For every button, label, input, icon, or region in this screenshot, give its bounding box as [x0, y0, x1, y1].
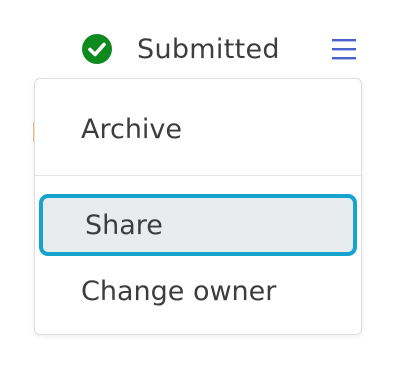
menu-item-label: Share [85, 209, 163, 241]
hamburger-menu-icon[interactable] [330, 36, 358, 62]
check-circle-icon [82, 34, 112, 64]
menu-item-label: Archive [81, 113, 183, 145]
status-label: Submitted [137, 33, 280, 65]
actions-dropdown-menu: Archive Share Change owner [34, 78, 362, 335]
menu-item-share[interactable]: Share [39, 194, 357, 256]
menu-item-archive[interactable]: Archive [35, 101, 361, 157]
status-indicator: Submitted [81, 30, 280, 68]
menu-item-label: Change owner [81, 275, 277, 307]
menu-item-change-owner[interactable]: Change owner [35, 261, 361, 321]
page: Submitted Archive Share Change owner [0, 0, 402, 366]
menu-divider [35, 175, 361, 176]
